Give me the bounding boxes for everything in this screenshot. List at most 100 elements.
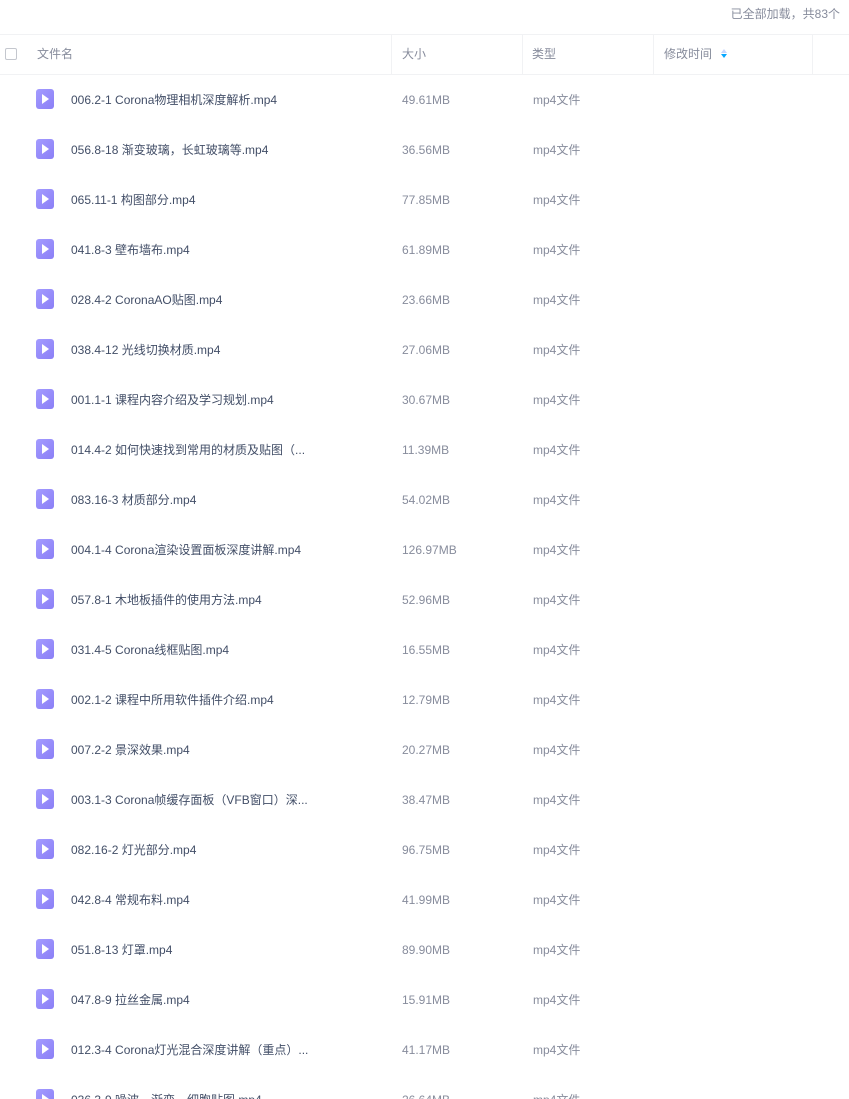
column-header-size-label: 大小 xyxy=(402,47,427,61)
file-size: 12.79MB xyxy=(402,693,451,707)
video-file-icon xyxy=(36,539,54,559)
video-file-icon xyxy=(36,639,54,659)
table-row[interactable]: 038.4-12 光线切换材质.mp4 27.06MB mp4文件 xyxy=(0,325,849,375)
video-file-icon xyxy=(36,889,54,909)
file-name-link[interactable]: 051.8-13 灯罩.mp4 xyxy=(71,942,172,958)
file-name-link[interactable]: 002.1-2 课程中所用软件插件介绍.mp4 xyxy=(71,692,274,708)
table-row[interactable]: 065.11-1 构图部分.mp4 77.85MB mp4文件 xyxy=(0,175,849,225)
file-name-link[interactable]: 012.3-4 Corona灯光混合深度讲解（重点）... xyxy=(71,1042,308,1058)
video-file-icon xyxy=(36,189,54,209)
file-type: mp4文件 xyxy=(533,443,581,457)
file-name-link[interactable]: 057.8-1 木地板插件的使用方法.mp4 xyxy=(71,592,262,608)
video-file-icon xyxy=(36,489,54,509)
video-file-icon xyxy=(36,989,54,1009)
file-size: 36.56MB xyxy=(402,143,451,157)
table-row[interactable]: 083.16-3 材质部分.mp4 54.02MB mp4文件 xyxy=(0,475,849,525)
select-all-checkbox[interactable] xyxy=(5,48,17,60)
table-row[interactable]: 012.3-4 Corona灯光混合深度讲解（重点）... 41.17MB mp4文… xyxy=(0,1025,849,1075)
file-size: 20.27MB xyxy=(402,743,451,757)
video-file-icon xyxy=(36,589,54,609)
file-name-link[interactable]: 001.1-1 课程内容介绍及学习规划.mp4 xyxy=(71,392,274,408)
file-name-link[interactable]: 042.8-4 常规布料.mp4 xyxy=(71,892,190,908)
video-file-icon xyxy=(36,1039,54,1059)
file-name-link[interactable]: 083.16-3 材质部分.mp4 xyxy=(71,492,196,508)
column-header-type[interactable]: 类型 xyxy=(523,35,653,74)
video-file-icon xyxy=(36,1089,54,1099)
column-header-size[interactable]: 大小 xyxy=(393,35,522,74)
column-header-name-label: 文件名 xyxy=(37,47,74,61)
column-divider[interactable] xyxy=(812,35,813,74)
file-size: 61.89MB xyxy=(402,243,451,257)
table-row[interactable]: 047.8-9 拉丝金属.mp4 15.91MB mp4文件 xyxy=(0,975,849,1025)
file-name-link[interactable]: 056.8-18 渐变玻璃，长虹玻璃等.mp4 xyxy=(71,142,268,158)
column-header-mtime-label: 修改时间 xyxy=(664,47,713,61)
column-header-type-label: 类型 xyxy=(532,47,557,61)
file-name-link[interactable]: 038.4-12 光线切换材质.mp4 xyxy=(71,342,220,358)
file-name-link[interactable]: 031.4-5 Corona线框贴图.mp4 xyxy=(71,642,229,658)
file-name-link[interactable]: 003.1-3 Corona帧缓存面板（VFB窗口）深... xyxy=(71,792,308,808)
file-name-link[interactable]: 036.3-9 噪波、渐变、细胞贴图.mp4 xyxy=(71,1092,262,1099)
video-file-icon xyxy=(36,939,54,959)
table-row[interactable]: 056.8-18 渐变玻璃，长虹玻璃等.mp4 36.56MB mp4文件 xyxy=(0,125,849,175)
video-file-icon xyxy=(36,289,54,309)
video-file-icon xyxy=(36,389,54,409)
sort-icon[interactable] xyxy=(721,49,729,59)
table-row[interactable]: 002.1-2 课程中所用软件插件介绍.mp4 12.79MB mp4文件 xyxy=(0,675,849,725)
table-row[interactable]: 041.8-3 壁布墙布.mp4 61.89MB mp4文件 xyxy=(0,225,849,275)
file-name-link[interactable]: 065.11-1 构图部分.mp4 xyxy=(71,192,196,208)
table-row[interactable]: 051.8-13 灯罩.mp4 89.90MB mp4文件 xyxy=(0,925,849,975)
table-row[interactable]: 007.2-2 景深效果.mp4 20.27MB mp4文件 xyxy=(0,725,849,775)
file-name-link[interactable]: 007.2-2 景深效果.mp4 xyxy=(71,742,190,758)
file-type: mp4文件 xyxy=(533,143,581,157)
file-name-link[interactable]: 028.4-2 CoronaAO贴图.mp4 xyxy=(71,292,222,308)
file-name-link[interactable]: 004.1-4 Corona渲染设置面板深度讲解.mp4 xyxy=(71,542,301,558)
file-size: 38.47MB xyxy=(402,793,451,807)
file-type: mp4文件 xyxy=(533,243,581,257)
table-row[interactable]: 001.1-1 课程内容介绍及学习规划.mp4 30.67MB mp4文件 xyxy=(0,375,849,425)
table-row[interactable]: 036.3-9 噪波、渐变、细胞贴图.mp4 26.64MB mp4文件 xyxy=(0,1075,849,1099)
video-file-icon xyxy=(36,439,54,459)
file-size: 77.85MB xyxy=(402,193,451,207)
file-size: 16.55MB xyxy=(402,643,451,657)
file-size: 96.75MB xyxy=(402,843,451,857)
file-type: mp4文件 xyxy=(533,693,581,707)
file-size: 41.99MB xyxy=(402,893,451,907)
video-file-icon xyxy=(36,139,54,159)
table-row[interactable]: 006.2-1 Corona物理相机深度解析.mp4 49.61MB mp4文件 xyxy=(0,75,849,125)
file-size: 41.17MB xyxy=(402,1043,451,1057)
file-name-link[interactable]: 014.4-2 如何快速找到常用的材质及贴图（... xyxy=(71,442,305,458)
file-type: mp4文件 xyxy=(533,943,581,957)
table-row[interactable]: 004.1-4 Corona渲染设置面板深度讲解.mp4 126.97MB mp4文… xyxy=(0,525,849,575)
file-size: 26.64MB xyxy=(402,1092,450,1099)
file-size: 11.39MB xyxy=(402,443,450,457)
video-file-icon xyxy=(36,689,54,709)
video-file-icon xyxy=(36,89,54,109)
table-row[interactable]: 057.8-1 木地板插件的使用方法.mp4 52.96MB mp4文件 xyxy=(0,575,849,625)
file-type: mp4文件 xyxy=(533,1092,580,1099)
file-name-link[interactable]: 041.8-3 壁布墙布.mp4 xyxy=(71,242,190,258)
table-row[interactable]: 014.4-2 如何快速找到常用的材质及贴图（... 11.39MB mp4文件 xyxy=(0,425,849,475)
file-type: mp4文件 xyxy=(533,1043,581,1057)
load-status-text: 已全部加载，共83个 xyxy=(730,7,840,21)
video-file-icon xyxy=(36,339,54,359)
file-list: 006.2-1 Corona物理相机深度解析.mp4 49.61MB mp4文件 05… xyxy=(0,75,849,1099)
column-header-name[interactable]: 文件名 xyxy=(28,35,391,74)
file-type: mp4文件 xyxy=(533,543,581,557)
file-name-link[interactable]: 082.16-2 灯光部分.mp4 xyxy=(71,842,196,858)
table-row[interactable]: 042.8-4 常规布料.mp4 41.99MB mp4文件 xyxy=(0,875,849,925)
file-size: 89.90MB xyxy=(402,943,451,957)
table-header: 文件名 大小 类型 修改时间 xyxy=(0,34,849,75)
table-row[interactable]: 028.4-2 CoronaAO贴图.mp4 23.66MB mp4文件 xyxy=(0,275,849,325)
file-name-link[interactable]: 047.8-9 拉丝金属.mp4 xyxy=(71,992,190,1008)
file-name-link[interactable]: 006.2-1 Corona物理相机深度解析.mp4 xyxy=(71,92,277,108)
file-list-page: 已全部加载，共83个 文件名 大小 类型 修改时间 006.2-1 Corona… xyxy=(0,0,849,1099)
table-row[interactable]: 082.16-2 灯光部分.mp4 96.75MB mp4文件 xyxy=(0,825,849,875)
column-divider[interactable] xyxy=(653,35,654,74)
column-divider[interactable] xyxy=(391,35,392,74)
file-size: 49.61MB xyxy=(402,93,451,107)
file-type: mp4文件 xyxy=(533,593,581,607)
table-row[interactable]: 031.4-5 Corona线框贴图.mp4 16.55MB mp4文件 xyxy=(0,625,849,675)
column-header-mtime[interactable]: 修改时间 xyxy=(655,35,812,74)
file-size: 54.02MB xyxy=(402,493,451,507)
table-row[interactable]: 003.1-3 Corona帧缓存面板（VFB窗口）深... 38.47MB mp4… xyxy=(0,775,849,825)
